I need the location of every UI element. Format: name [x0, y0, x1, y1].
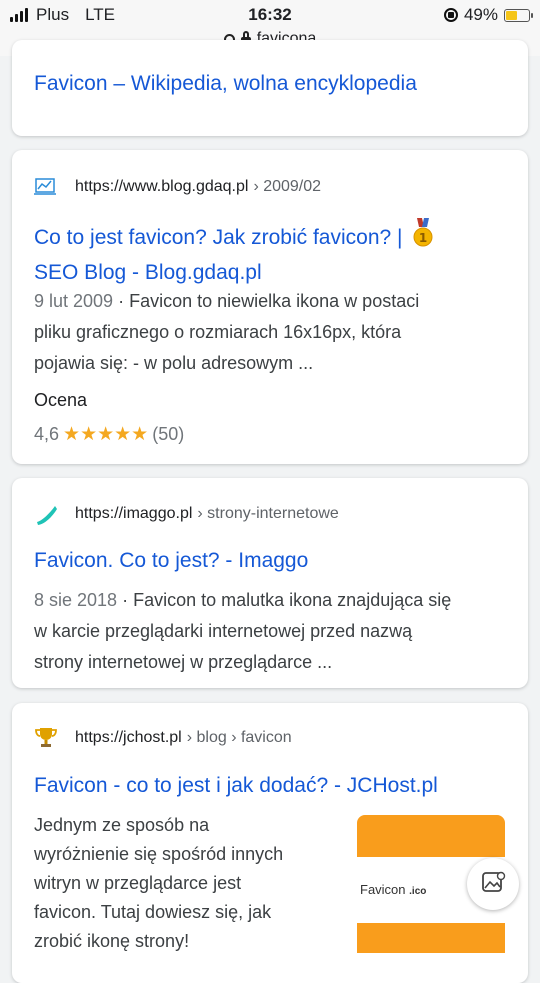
battery-icon [504, 8, 533, 22]
result-card: https://jchost.pl › blog › favicon Favic… [12, 703, 528, 983]
result-title[interactable]: Favicon – Wikipedia, wolna encyklopedia [34, 68, 417, 99]
thumbnail-text: Favicon [360, 882, 406, 897]
star-rating-icon: ★★★★★ [63, 424, 149, 445]
snippet-text: strony internetowej w przeglądarce ... [34, 652, 333, 672]
result-source[interactable]: https://imaggo.pl › strony-internetowe [34, 502, 339, 526]
status-bar: Plus LTE 16:32 49% [0, 0, 540, 30]
thumbnail-label: Favicon .ico [360, 882, 426, 897]
thumbnail-ext: .ico [409, 886, 427, 897]
result-breadcrumb: › blog › favicon [186, 729, 292, 746]
snippet-text: · Favicon to malutka ikona znajdująca si… [117, 590, 452, 610]
battery-percent: 49% [463, 5, 498, 24]
result-breadcrumb: › strony-internetowe [197, 505, 339, 522]
snippet-text: pojawia się: - w polu adresowym ... [34, 353, 314, 373]
rating-count: (50) [152, 424, 185, 444]
result-snippet: 8 sie 2018 · Favicon to malutka ikona zn… [34, 585, 451, 678]
result-date: 8 sie 2018 [34, 590, 118, 610]
rating-value: 4,6 [34, 424, 60, 444]
snippet-text: Jednym ze sposób na [34, 815, 210, 835]
snippet-text: favicon. Tutaj dowiesz się, jak [34, 902, 272, 922]
result-snippet: 9 lut 2009 · Favicon to niewielka ikona … [34, 286, 419, 379]
orientation-lock-icon [443, 8, 458, 22]
result-snippet: Jednym ze sposób na wyróżnienie się spoś… [34, 811, 283, 956]
result-card: Favicon – Wikipedia, wolna encyklopedia [12, 40, 528, 136]
result-card: https://www.blog.gdaq.pl › 2009/02 Co to… [12, 150, 528, 464]
rating-label: Ocena [34, 390, 88, 410]
result-title-line: SEO Blog - Blog.gdaq.pl [34, 261, 262, 284]
result-title[interactable]: Co to jest favicon? Jak zrobić favicon? … [34, 218, 434, 288]
snippet-text: zrobić ikonę strony! [34, 931, 190, 951]
result-title[interactable]: Favicon - co to jest i jak dodać? - JCHo… [34, 770, 438, 801]
medal-icon: 1 [412, 218, 434, 257]
snippet-text: · Favicon to niewielka ikona w postaci [113, 291, 420, 311]
result-date: 9 lut 2009 [34, 291, 114, 311]
status-right: 49% [443, 5, 533, 25]
image-search-button[interactable] [467, 858, 519, 910]
result-card: https://imaggo.pl › strony-internetowe F… [12, 478, 528, 688]
result-url: https://www.blog.gdaq.pl [75, 178, 249, 195]
result-source[interactable]: https://www.blog.gdaq.pl › 2009/02 [34, 175, 321, 199]
rating-row: 4,6 ★★★★★ (50) [34, 423, 184, 446]
svg-text:1: 1 [419, 231, 427, 245]
snippet-text: pliku graficznego o rozmiarach 16x16px, … [34, 322, 402, 342]
result-url: https://imaggo.pl [75, 505, 193, 522]
chart-icon [34, 175, 58, 199]
result-breadcrumb: › 2009/02 [253, 178, 322, 195]
imaggo-logo-icon [34, 502, 58, 526]
image-icon [480, 870, 506, 899]
snippet-text: witryn w przeglądarce jest [34, 873, 242, 893]
result-url: https://jchost.pl [75, 729, 182, 746]
result-title[interactable]: Favicon. Co to jest? - Imaggo [34, 545, 308, 576]
result-source[interactable]: https://jchost.pl › blog › favicon [34, 726, 292, 750]
snippet-text: w karcie przeglądarki internetowej przed… [34, 621, 413, 641]
result-title-line: Co to jest favicon? Jak zrobić favicon? … [34, 226, 403, 249]
snippet-text: wyróżnienie się spośród innych [34, 844, 284, 864]
trophy-icon [34, 726, 58, 750]
